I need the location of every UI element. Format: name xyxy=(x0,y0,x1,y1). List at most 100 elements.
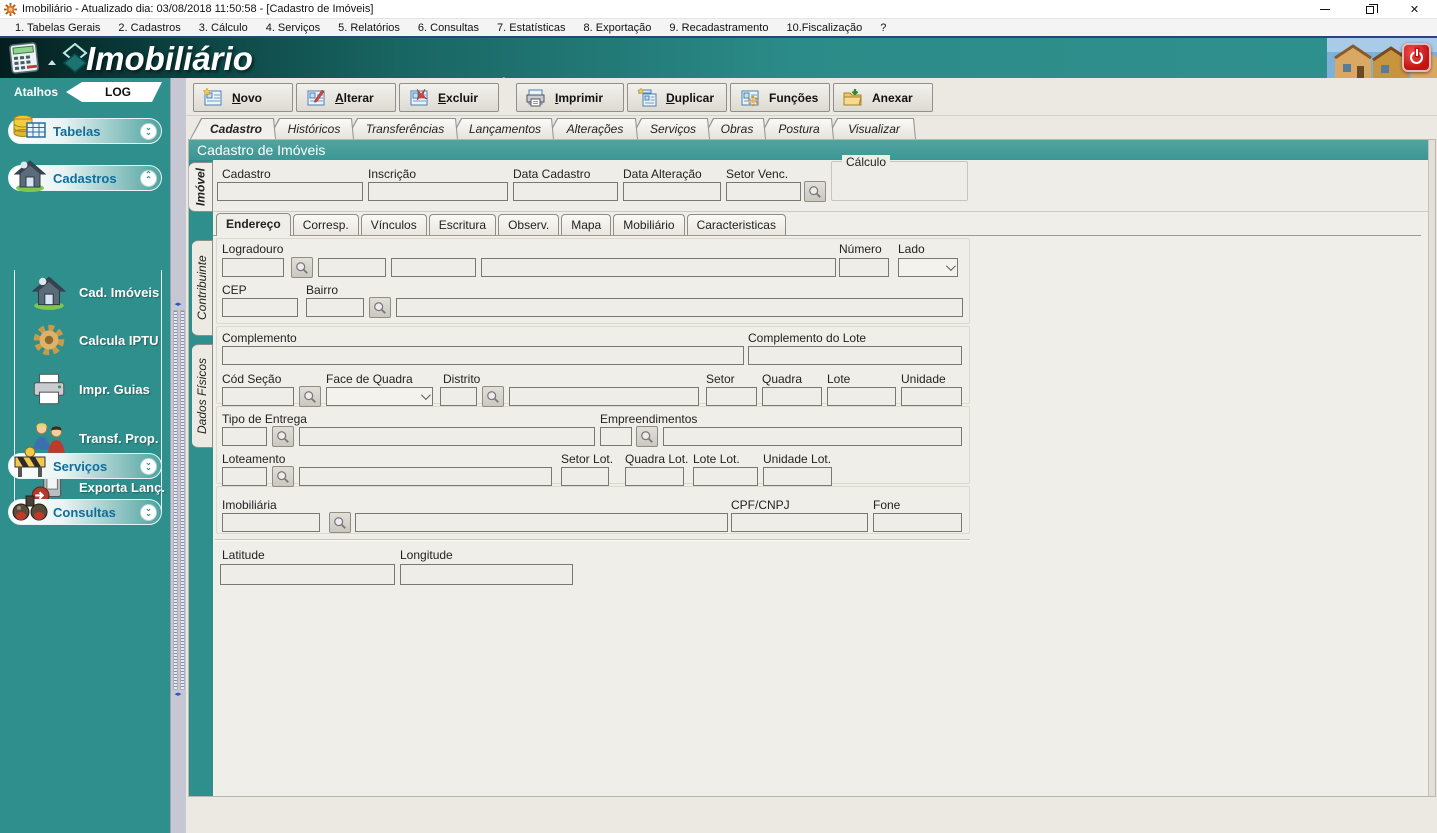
dtab-observ[interactable]: Observ. xyxy=(498,214,559,235)
menu-exportacao[interactable]: 8. Exportação xyxy=(575,21,661,35)
setor-lot-input[interactable] xyxy=(561,467,609,486)
tipo-entrega-name-input[interactable] xyxy=(299,427,595,446)
tab-visualizar[interactable]: Visualizar xyxy=(826,118,916,139)
funcoes-button[interactable]: Funções xyxy=(730,83,830,112)
splitter-handle[interactable] xyxy=(173,310,178,690)
cep-input[interactable] xyxy=(222,298,298,317)
tab-transferencias[interactable]: Transferências xyxy=(346,118,458,139)
anexar-button[interactable]: Anexar xyxy=(833,83,933,112)
lado-select[interactable] xyxy=(898,258,958,277)
sidebar-splitter[interactable]: ◂▸ ◂▸ xyxy=(170,78,186,833)
imobiliaria-name-input[interactable] xyxy=(355,513,728,532)
lote-lot-input[interactable] xyxy=(693,467,758,486)
imprimir-button[interactable]: Imprimir xyxy=(516,83,624,112)
dtab-vinculos[interactable]: Vínculos xyxy=(361,214,427,235)
sidebar-group-cadastros[interactable]: Cadastros ⌃⌃ xyxy=(8,165,162,191)
menu-consultas[interactable]: 6. Consultas xyxy=(409,21,488,35)
duplicar-button[interactable]: Duplicar xyxy=(627,83,727,112)
menu-tabelas-gerais[interactable]: 1. Tabelas Gerais xyxy=(6,21,109,35)
inscricao-input[interactable] xyxy=(368,182,508,201)
menu-relatorios[interactable]: 5. Relatórios xyxy=(329,21,409,35)
side-tab-imovel[interactable]: Imóvel xyxy=(189,162,213,212)
tab-obras[interactable]: Obras xyxy=(702,118,766,139)
loteamento-name-input[interactable] xyxy=(299,467,552,486)
data-cadastro-input[interactable] xyxy=(513,182,618,201)
loteamento-code-input[interactable] xyxy=(222,467,267,486)
quadra-input[interactable] xyxy=(762,387,822,406)
sidebar-group-tabelas[interactable]: Tabelas ⌄⌄ xyxy=(8,118,162,144)
loteamento-search-button[interactable] xyxy=(272,466,294,487)
logradouro-code-input[interactable] xyxy=(222,258,284,277)
distrito-search-button[interactable] xyxy=(482,386,504,407)
unidade-input[interactable] xyxy=(901,387,962,406)
logradouro-title-input[interactable] xyxy=(391,258,476,277)
complemento-lote-input[interactable] xyxy=(748,346,962,365)
tab-servicos[interactable]: Serviços xyxy=(630,118,710,139)
dtab-mapa[interactable]: Mapa xyxy=(561,214,611,235)
latitude-input[interactable] xyxy=(220,564,395,585)
longitude-input[interactable] xyxy=(400,564,573,585)
splitter-handle[interactable] xyxy=(180,310,185,690)
cpf-cnpj-input[interactable] xyxy=(731,513,868,532)
menu-recadastramento[interactable]: 9. Recadastramento xyxy=(660,21,777,35)
chevron-down-icon[interactable]: ⌄⌄ xyxy=(140,504,157,521)
alterar-button[interactable]: Alterar xyxy=(296,83,396,112)
empreendimentos-search-button[interactable] xyxy=(636,426,658,447)
side-tab-dados-fisicos[interactable]: Dados Físicos xyxy=(192,344,213,448)
menu-estatisticas[interactable]: 7. Estatísticas xyxy=(488,21,574,35)
sidebar-tab-atalhos[interactable]: Atalhos xyxy=(14,85,58,99)
splitter-collapse-arrows-icon[interactable]: ◂▸ xyxy=(171,690,185,698)
setor-venc-search-button[interactable] xyxy=(804,181,826,202)
logradouro-name-input[interactable] xyxy=(481,258,836,277)
content-scrollbar[interactable] xyxy=(1428,140,1435,796)
dtab-escritura[interactable]: Escritura xyxy=(429,214,496,235)
chevron-down-icon[interactable]: ⌄⌄ xyxy=(140,458,157,475)
sidebar-item-cad-imoveis[interactable]: Cad. Imóveis xyxy=(29,270,169,314)
tab-lancamentos[interactable]: Lançamentos xyxy=(450,118,554,139)
imobiliaria-code-input[interactable] xyxy=(222,513,320,532)
sidebar-item-calcula-iptu[interactable]: Calcula IPTU xyxy=(29,318,169,362)
cod-secao-input[interactable] xyxy=(222,387,294,406)
menu-fiscalizacao[interactable]: 10.Fiscalização xyxy=(777,21,871,35)
bairro-code-input[interactable] xyxy=(306,298,364,317)
numero-input[interactable] xyxy=(839,258,889,277)
empreendimentos-name-input[interactable] xyxy=(663,427,962,446)
tab-cadastro[interactable]: Cadastro xyxy=(190,118,276,139)
chevron-up-icon[interactable]: ⌃⌃ xyxy=(140,170,157,187)
unidade-lot-input[interactable] xyxy=(763,467,832,486)
close-button[interactable]: ✕ xyxy=(1392,0,1437,19)
banner-dropdown-arrow-icon[interactable] xyxy=(48,60,56,65)
face-quadra-select[interactable] xyxy=(326,387,433,406)
sidebar-group-servicos[interactable]: Serviços ⌄⌄ xyxy=(8,453,162,479)
menu-calculo[interactable]: 3. Cálculo xyxy=(190,21,257,35)
menu-cadastros[interactable]: 2. Cadastros xyxy=(109,21,189,35)
sidebar-group-consultas[interactable]: Consultas ⌄⌄ xyxy=(8,499,162,525)
splitter-collapse-arrows-icon[interactable]: ◂▸ xyxy=(171,300,185,308)
bairro-search-button[interactable] xyxy=(369,297,391,318)
dtab-endereco[interactable]: Endereço xyxy=(216,213,291,236)
sidebar-item-impr-guias[interactable]: Impr. Guias xyxy=(29,367,169,411)
logradouro-search-button[interactable] xyxy=(291,257,313,278)
tipo-entrega-code-input[interactable] xyxy=(222,427,267,446)
menu-servicos[interactable]: 4. Serviços xyxy=(257,21,329,35)
bairro-name-input[interactable] xyxy=(396,298,963,317)
data-alteracao-input[interactable] xyxy=(623,182,721,201)
tipo-entrega-search-button[interactable] xyxy=(272,426,294,447)
cadastro-input[interactable] xyxy=(217,182,363,201)
sidebar-tab-log[interactable]: LOG xyxy=(66,82,162,102)
imobiliaria-search-button[interactable] xyxy=(329,512,351,533)
empreendimentos-code-input[interactable] xyxy=(600,427,632,446)
setor-input[interactable] xyxy=(706,387,757,406)
logradouro-type-input[interactable] xyxy=(318,258,386,277)
complemento-input[interactable] xyxy=(222,346,744,365)
dtab-corresp[interactable]: Corresp. xyxy=(293,214,359,235)
lote-input[interactable] xyxy=(827,387,896,406)
menu-help[interactable]: ? xyxy=(871,21,895,35)
dtab-mobiliario[interactable]: Mobiliário xyxy=(613,214,684,235)
tab-alteracoes[interactable]: Alterações xyxy=(546,118,638,139)
distrito-code-input[interactable] xyxy=(440,387,477,406)
excluir-button[interactable]: Excluir xyxy=(399,83,499,112)
distrito-name-input[interactable] xyxy=(509,387,699,406)
chevron-down-icon[interactable]: ⌄⌄ xyxy=(140,123,157,140)
minimize-button[interactable] xyxy=(1302,0,1347,19)
